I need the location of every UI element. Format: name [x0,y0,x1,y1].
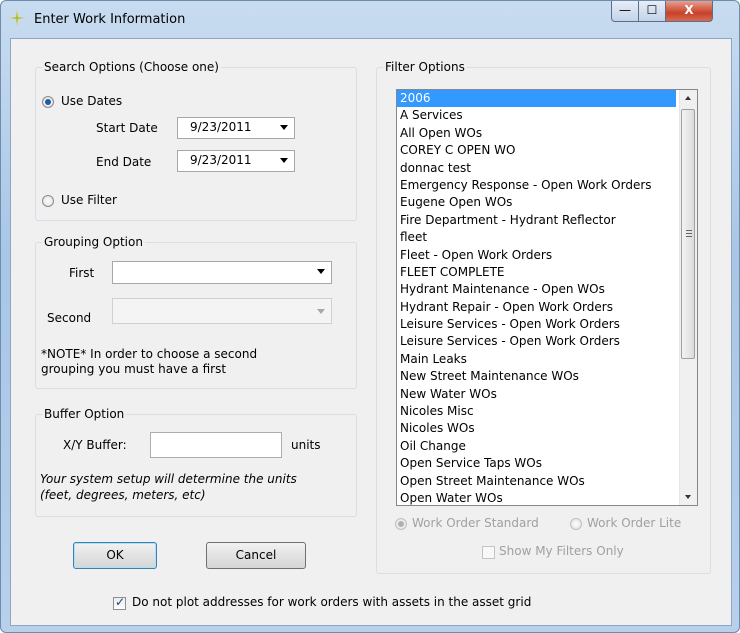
ok-button-label: OK [106,548,124,562]
use-dates-label: Use Dates [61,94,123,108]
grouping-note-line1: *NOTE* In order to choose a second [41,347,258,361]
filter-list-item[interactable]: New Street Maintenance WOs [397,368,697,385]
filter-list-item[interactable]: Main Leaks [397,351,697,368]
filter-list-item[interactable]: Open Street Maintenance WOs [397,473,697,490]
filter-list-item[interactable]: Hydrant Maintenance - Open WOs [397,281,697,298]
sparkle-icon [9,10,25,26]
minimize-icon: — [619,3,631,17]
filter-list-item[interactable]: Open Water WOs [397,490,697,505]
start-date-label: Start Date [96,121,158,135]
end-date-value: 9/23/2011 [190,153,252,167]
filter-list-item[interactable]: New Water WOs [397,386,697,403]
no-plot-addresses-label: Do not plot addresses for work orders wi… [132,595,532,609]
filter-list-item[interactable]: Hydrant Repair - Open Work Orders [397,299,697,316]
buffer-option-legend: Buffer Option [44,407,125,421]
show-my-filters-checkbox[interactable] [482,546,495,559]
filter-list-items: 2006 A Services All Open WOs COREY C OPEN W… [397,90,697,505]
xy-buffer-label: X/Y Buffer: [63,438,127,452]
scrollbar-thumb[interactable] [681,109,695,359]
cancel-button-label: Cancel [235,548,277,562]
filter-list-item[interactable]: All Open WOs [397,125,697,142]
units-label: units [291,438,321,452]
filter-list-item[interactable]: Eugene Open WOs [397,194,697,211]
dialog-client-area: Search Options (Choose one) Use Dates St… [10,38,732,626]
chevron-down-icon[interactable] [317,269,325,274]
filter-list-scrollbar[interactable] [679,90,697,505]
filter-list-item[interactable]: COREY C OPEN WO [397,142,697,159]
title-bar[interactable]: Enter Work Information — ☐ X [1,1,739,37]
ok-button[interactable]: OK [73,542,157,569]
filter-list-item[interactable]: Open Service Taps WOs [397,455,697,472]
use-filter-radio[interactable] [42,195,54,207]
filter-list-item[interactable]: FLEET COMPLETE [397,264,697,281]
filter-list-item[interactable]: Nicoles Misc [397,403,697,420]
search-options-legend: Search Options (Choose one) [44,60,219,74]
filter-list-item[interactable]: donnac test [397,160,697,177]
filter-list-item[interactable]: Emergency Response - Open Work Orders [397,177,697,194]
chevron-down-icon[interactable] [280,158,288,163]
window-title: Enter Work Information [34,12,186,27]
close-button[interactable]: X [665,1,713,22]
dialog-window: Enter Work Information — ☐ X Search Opti… [0,0,740,633]
work-order-standard-label: Work Order Standard [412,516,539,530]
close-icon: X [684,3,694,17]
work-order-lite-radio[interactable] [570,518,582,530]
filter-list-item[interactable]: Fire Department - Hydrant Reflector [397,212,697,229]
filter-options-legend: Filter Options [385,60,465,74]
second-grouping-select[interactable] [112,298,332,324]
cancel-button[interactable]: Cancel [206,542,306,569]
chevron-down-icon[interactable] [317,309,325,314]
first-grouping-label: First [69,266,95,280]
end-date-picker[interactable]: 9/23/2011 [177,150,295,172]
scroll-up-arrow-icon[interactable] [685,96,691,100]
maximize-button[interactable]: ☐ [638,1,666,22]
work-order-standard-radio[interactable] [395,518,407,530]
maximize-icon: ☐ [646,3,658,17]
work-order-lite-label: Work Order Lite [587,516,682,530]
start-date-picker[interactable]: 9/23/2011 [177,117,295,139]
minimize-button[interactable]: — [611,1,639,22]
first-grouping-select[interactable] [112,261,332,284]
buffer-help-line1: Your system setup will determine the uni… [40,472,297,486]
buffer-help-line2: (feet, degrees, meters, etc) [40,488,206,502]
filter-list-item[interactable]: A Services [397,107,697,124]
scroll-down-arrow-icon[interactable] [685,495,691,499]
end-date-label: End Date [96,155,152,169]
grouping-option-legend: Grouping Option [44,235,143,249]
filter-list-item[interactable]: Leisure Services - Open Work Orders [397,333,697,350]
filter-list-item[interactable]: 2006 [397,90,676,108]
use-filter-label: Use Filter [61,193,117,207]
second-grouping-label: Second [47,311,92,325]
filter-list[interactable]: 2006 A Services All Open WOs COREY C OPEN W… [396,89,698,506]
xy-buffer-input[interactable] [150,432,282,458]
grouping-note-line2: grouping you must have a first [41,362,227,376]
filter-list-item[interactable]: fleet [397,229,697,246]
start-date-value: 9/23/2011 [190,120,252,134]
show-my-filters-label: Show My Filters Only [499,544,624,558]
chevron-down-icon[interactable] [280,125,288,130]
radio-dot [45,99,51,105]
use-dates-radio[interactable] [42,96,54,108]
grip-icon [686,230,692,237]
no-plot-addresses-checkbox[interactable] [113,595,126,610]
filter-list-item[interactable]: Oil Change [397,438,697,455]
filter-list-item[interactable]: Nicoles WOs [397,420,697,437]
filter-list-item[interactable]: Leisure Services - Open Work Orders [397,316,697,333]
radio-dot [398,521,404,527]
filter-list-item[interactable]: Fleet - Open Work Orders [397,247,697,264]
